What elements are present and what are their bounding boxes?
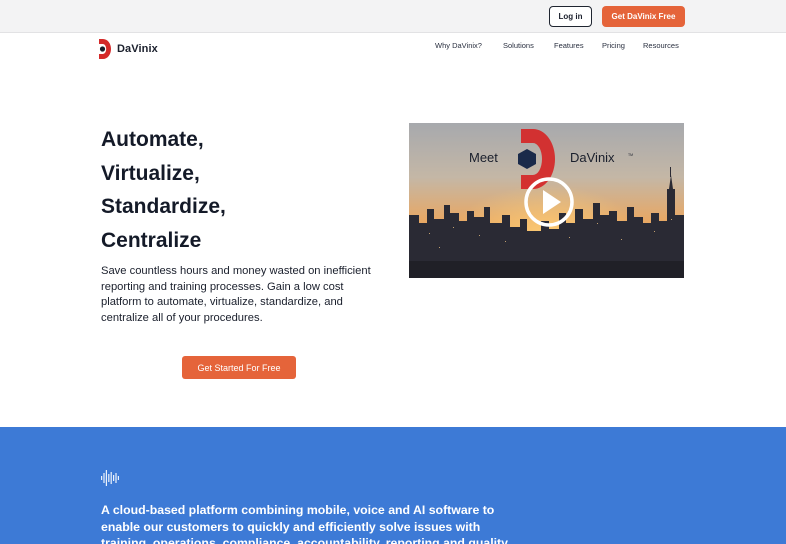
login-button[interactable]: Log in bbox=[549, 6, 592, 27]
top-bar: Log in Get DaVinix Free bbox=[0, 0, 786, 33]
hero-title-line: Standardize, bbox=[101, 195, 226, 218]
video-text-meet: Meet bbox=[469, 150, 498, 165]
nav-features[interactable]: Features bbox=[554, 41, 584, 50]
get-started-button[interactable]: Get Started For Free bbox=[182, 356, 296, 379]
video-thumbnail: Meet DaVinix TM bbox=[409, 123, 684, 278]
hero-title-line: Centralize bbox=[101, 228, 202, 252]
nav-why-davinix[interactable]: Why DaVinix? bbox=[435, 41, 482, 50]
video-player[interactable]: Meet DaVinix TM bbox=[409, 123, 684, 278]
platform-description: A cloud-based platform combining mobile,… bbox=[101, 503, 511, 544]
main-nav: Why DaVinix? Solutions Features Pricing … bbox=[0, 41, 786, 51]
nav-solutions[interactable]: Solutions bbox=[503, 41, 534, 50]
hero-title-line: Virtualize, bbox=[101, 161, 200, 185]
get-davinix-free-button[interactable]: Get DaVinix Free bbox=[602, 6, 685, 27]
hero-title-line: Automate, bbox=[101, 128, 204, 151]
hero-title: Automate, Virtualize, Standardize, Centr… bbox=[101, 123, 401, 257]
video-text-davinix: DaVinix bbox=[570, 150, 615, 165]
nav-pricing[interactable]: Pricing bbox=[602, 41, 625, 50]
hero-description: Save countless hours and money wasted on… bbox=[101, 265, 371, 324]
sound-wave-icon bbox=[101, 470, 119, 486]
video-trademark: TM bbox=[628, 153, 633, 157]
nav-resources[interactable]: Resources bbox=[643, 41, 679, 50]
